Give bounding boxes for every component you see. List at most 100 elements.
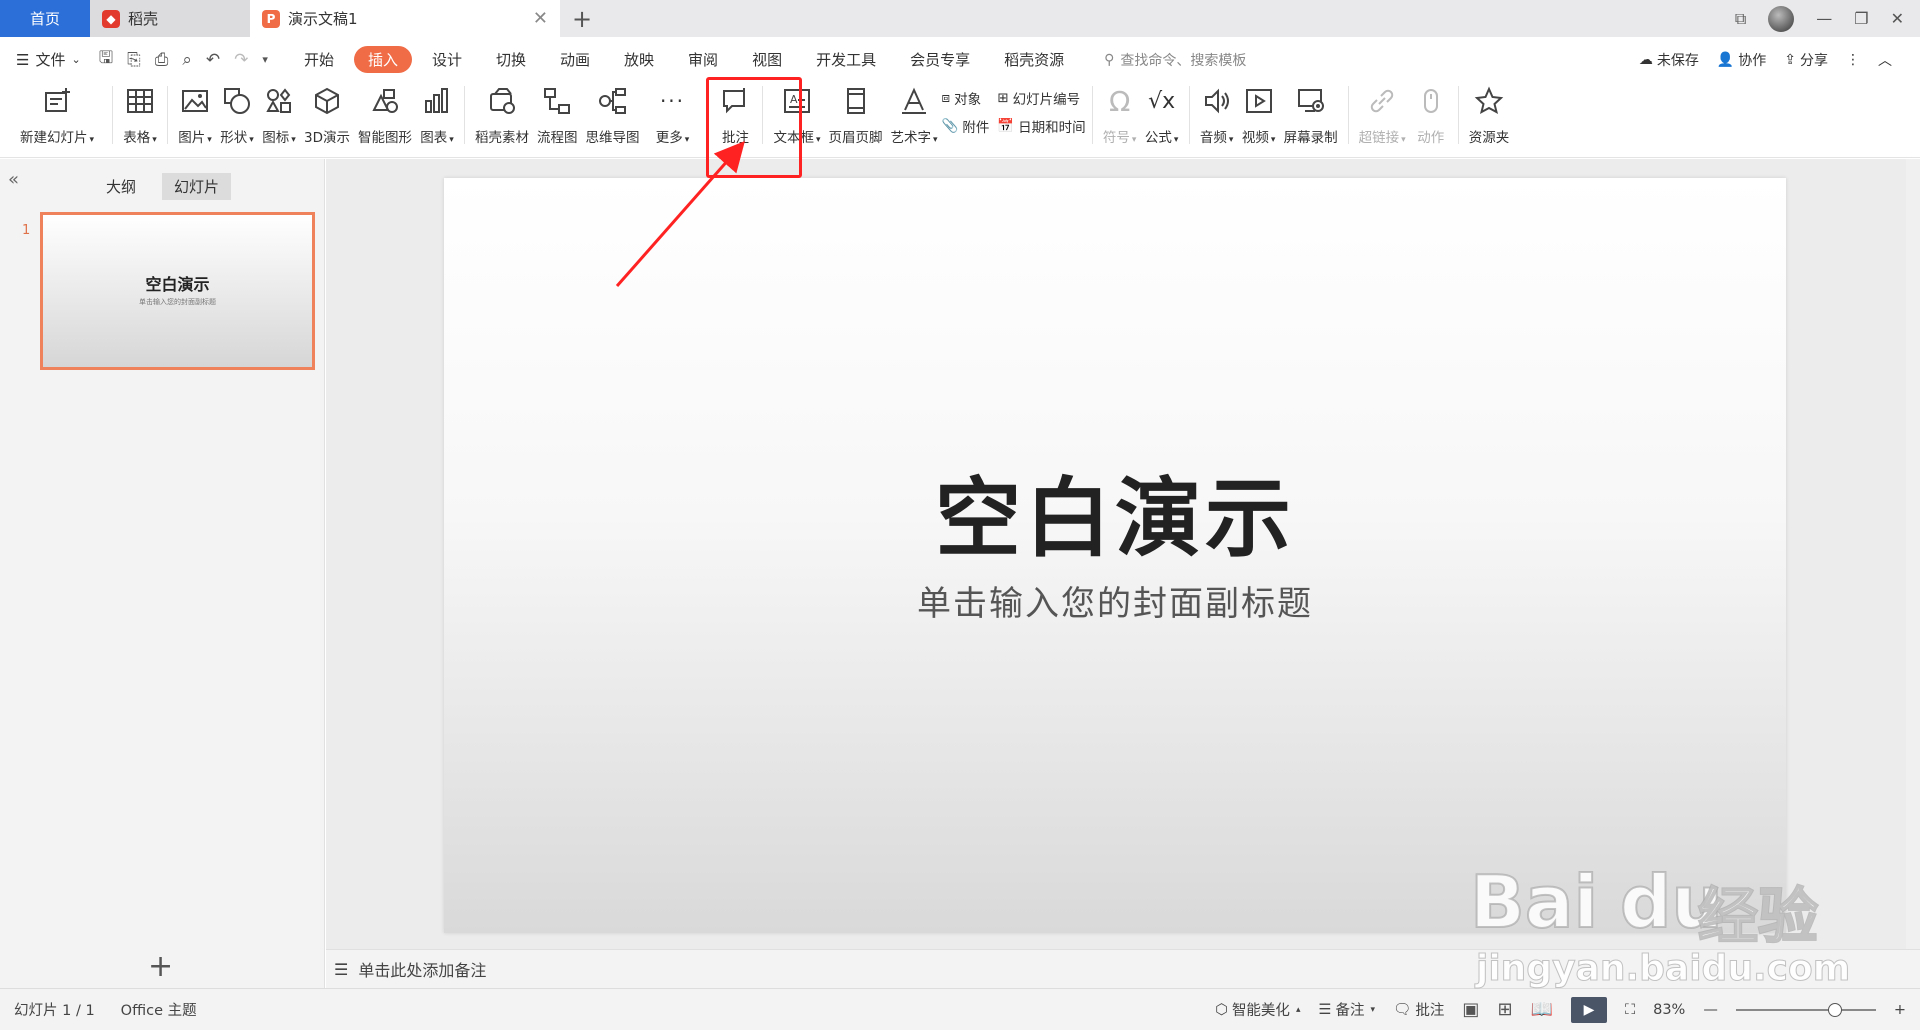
zoom-in-icon[interactable]: + [1894, 1002, 1906, 1018]
unsaved-button[interactable]: ☁ 未保存 [1639, 50, 1699, 70]
print-icon[interactable]: ⎙ [155, 50, 169, 70]
minimize-icon[interactable]: — [1816, 9, 1832, 28]
smart-art-button[interactable]: 智能图形 [354, 82, 416, 146]
play-slideshow-button[interactable]: ▶ [1570, 996, 1607, 1023]
collapse-ribbon-icon[interactable]: ︿ [1878, 50, 1892, 70]
paperclip-icon: 📎 [941, 118, 959, 134]
slide-subtitle[interactable]: 单击输入您的封面副标题 [444, 576, 1786, 625]
screen-record-label: 屏幕录制 [1283, 130, 1338, 146]
beautify-label: 智能美化 [1231, 1003, 1290, 1019]
audio-button[interactable]: 音频 ▾ [1196, 82, 1238, 146]
close-window-icon[interactable]: ✕ [1891, 9, 1904, 28]
vertical-scrollbar[interactable] [1906, 159, 1920, 949]
wordart-button[interactable]: 艺术字 ▾ [887, 82, 942, 146]
table-button[interactable]: 表格 ▾ [119, 82, 161, 146]
search-icon: ⚲ [1104, 51, 1115, 68]
screen-record-button[interactable]: 屏幕录制 [1280, 82, 1342, 146]
fit-window-icon[interactable]: ⛶ [1625, 1002, 1635, 1018]
slide-thumbnail[interactable]: 空白演示 单击输入您的封面副标题 [40, 212, 315, 370]
divider [112, 86, 113, 144]
zoom-out-icon[interactable]: — [1703, 1002, 1718, 1018]
slide-number-button[interactable]: ⊞ 幻灯片编号 [997, 88, 1085, 108]
thumbnail-subtitle: 单击输入您的封面副标题 [139, 298, 216, 306]
header-footer-button[interactable]: 页眉页脚 [825, 82, 887, 146]
3d-presentation-button[interactable]: 3D演示 [300, 82, 354, 146]
tab-slideshow[interactable]: 放映 [610, 46, 668, 73]
picture-button[interactable]: 图片 ▾ [174, 82, 216, 146]
object-button[interactable]: ⧈ 对象 [942, 88, 990, 108]
attachment-button[interactable]: 📎 附件 [942, 116, 990, 136]
mindmap-button[interactable]: 思维导图 [581, 82, 643, 146]
tab-animation[interactable]: 动画 [546, 46, 604, 73]
more-button[interactable]: ··· 更多 ▾ [643, 82, 701, 146]
zoom-slider[interactable] [1735, 1002, 1876, 1017]
add-slide-icon[interactable]: + [148, 949, 173, 984]
tab-document-label: 演示文稿1 [288, 10, 358, 28]
video-button[interactable]: 视频 ▾ [1238, 82, 1280, 146]
divider [463, 86, 465, 144]
tab-insert[interactable]: 插入 [353, 46, 412, 73]
more-options-icon[interactable]: ⋮ [1846, 52, 1860, 68]
shape-button[interactable]: 形状 ▾ [216, 82, 258, 146]
symbol-button[interactable]: Ω 符号 ▾ [1099, 82, 1141, 147]
comments-toggle-button[interactable]: 🗨 批注 [1393, 999, 1444, 1020]
tab-view[interactable]: 视图 [738, 46, 796, 73]
tab-outline[interactable]: 大纲 [94, 173, 148, 200]
tab-home[interactable]: 首页 [0, 0, 90, 37]
daoke-material-button[interactable]: 稻壳素材 [471, 82, 533, 146]
header-footer-label: 页眉页脚 [828, 130, 883, 146]
hyperlink-button[interactable]: 超链接 ▾ [1355, 82, 1410, 146]
tab-review[interactable]: 审阅 [674, 46, 732, 73]
theme-name[interactable]: Office 主题 [121, 999, 197, 1020]
customize-dropdown-icon[interactable]: ▾ [262, 53, 268, 66]
chart-button[interactable]: 图表 ▾ [416, 82, 458, 146]
attachment-label: 附件 [962, 120, 990, 136]
formula-button[interactable]: √x 公式 ▾ [1141, 82, 1183, 147]
zoom-level[interactable]: 83% [1653, 1002, 1685, 1018]
flowchart-button[interactable]: 流程图 [533, 82, 582, 146]
restore-icon[interactable]: ❐ [1854, 9, 1868, 28]
command-search[interactable]: ⚲ 查找命令、搜索模板 [1104, 50, 1246, 70]
tab-daoke[interactable]: ◆ 稻壳 [90, 0, 250, 37]
resource-folder-button[interactable]: 资源夹 [1465, 82, 1514, 146]
redo-icon[interactable]: ↷ [234, 50, 248, 70]
tab-design[interactable]: 设计 [418, 46, 476, 73]
zoom-slider-knob[interactable] [1828, 1002, 1843, 1017]
tab-daoke-resources[interactable]: 稻壳资源 [990, 46, 1078, 73]
close-tab-icon[interactable]: ✕ [533, 8, 548, 29]
add-tab-icon[interactable]: + [560, 0, 604, 37]
reading-view-icon[interactable]: 📖 [1531, 999, 1553, 1020]
action-label: 动作 [1417, 130, 1445, 146]
notes-toggle-button[interactable]: ☰ 备注 ▾ [1318, 999, 1375, 1020]
share-button[interactable]: ⇪ 分享 [1784, 50, 1828, 70]
normal-view-icon[interactable]: ▣ [1462, 999, 1479, 1020]
slide-title[interactable]: 空白演示 [444, 448, 1786, 573]
datetime-button[interactable]: 📅 日期和时间 [997, 116, 1085, 136]
search-placeholder: 查找命令、搜索模板 [1120, 52, 1247, 69]
action-button[interactable]: 动作 [1410, 82, 1452, 146]
file-menu[interactable]: ☰ 文件 ⌄ [16, 49, 81, 70]
divider [1347, 86, 1349, 144]
print-preview-icon[interactable]: ⌕ [182, 50, 192, 70]
icon-button[interactable]: 图标 ▾ [258, 82, 300, 146]
tab-start[interactable]: 开始 [290, 46, 348, 73]
undo-icon[interactable]: ↶ [206, 50, 220, 70]
collaborate-button[interactable]: 👤 协作 [1717, 50, 1766, 70]
new-slide-label: 新建幻灯片 [19, 130, 88, 146]
comment-toggle-icon: 🗨 [1393, 1002, 1412, 1018]
tab-member[interactable]: 会员专享 [896, 46, 984, 73]
tab-document[interactable]: P 演示文稿1 ✕ [250, 0, 560, 37]
save-icon[interactable]: 🖫 [99, 45, 113, 74]
tab-developer[interactable]: 开发工具 [802, 46, 890, 73]
slide-sorter-icon[interactable]: ⊞ [1497, 999, 1512, 1020]
avatar[interactable] [1768, 5, 1795, 32]
window-layout-icon[interactable]: ⧉ [1735, 9, 1746, 29]
tab-slides[interactable]: 幻灯片 [162, 173, 232, 200]
hash-icon: ⊞ [997, 90, 1009, 106]
video-icon [1242, 84, 1276, 118]
tab-transition[interactable]: 切换 [482, 46, 540, 73]
export-pdf-icon[interactable]: ⎘ [127, 50, 141, 70]
tab-daoke-label: 稻壳 [128, 10, 159, 28]
beautify-button[interactable]: ⬡ 智能美化 ▴ [1215, 999, 1300, 1020]
new-slide-button[interactable]: 新建幻灯片 ▾ [8, 82, 106, 146]
